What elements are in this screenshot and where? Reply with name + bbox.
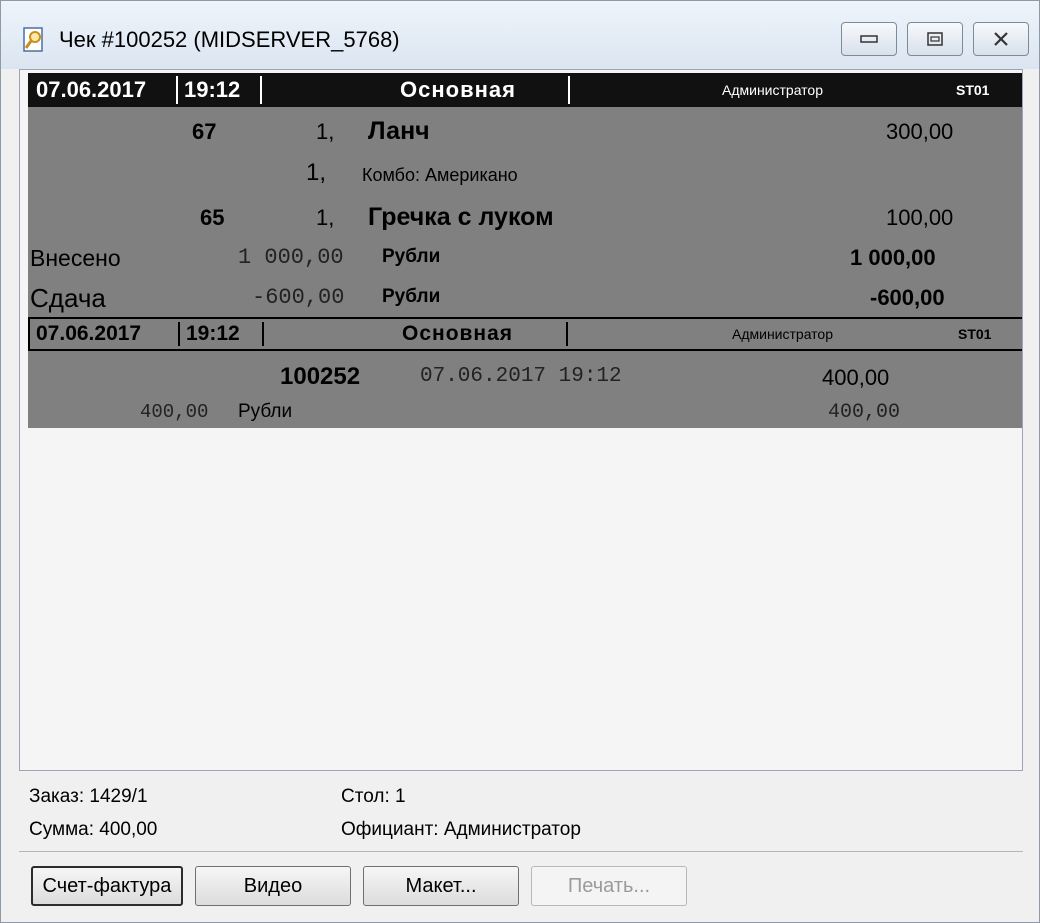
change-amount: -600,00 — [252, 285, 345, 310]
receipt-user: Администратор — [722, 82, 824, 98]
payment-total: 400,00 — [828, 401, 901, 424]
change-currency: Рубли — [382, 286, 441, 307]
item-code: 65 — [200, 205, 225, 230]
title-bar[interactable]: Чек #100252 (MIDSERVER_5768) — [1, 1, 1039, 69]
document-search-icon — [23, 27, 43, 52]
print-button[interactable]: Печать... — [531, 866, 687, 906]
order-number: Заказ: 1429/1 — [29, 786, 148, 807]
receipt-section: Основная — [402, 322, 514, 345]
check-sum: 400,00 — [822, 365, 890, 390]
minimize-icon — [860, 35, 878, 43]
modifier-qty: 1, — [306, 159, 327, 186]
item-name: Ланч — [368, 117, 430, 145]
window-title: Чек #100252 (MIDSERVER_5768) — [59, 27, 400, 52]
table-number: Стол: 1 — [341, 786, 406, 807]
receipt-user: Администратор — [732, 326, 834, 342]
receipt-view[interactable]: 07.06.2017 19:12 Основная Администратор … — [19, 69, 1023, 771]
maximize-button[interactable] — [907, 22, 963, 56]
waiter-name: Официант: Администратор — [341, 819, 581, 840]
receipt-body: 07.06.2017 19:12 Основная Администратор … — [28, 73, 1022, 428]
change-total: -600,00 — [870, 285, 945, 310]
paid-total: 1 000,00 — [850, 245, 936, 270]
item-code: 67 — [192, 119, 217, 144]
check-datetime: 07.06.2017 19:12 — [420, 365, 622, 388]
paid-amount: 1 000,00 — [238, 245, 344, 270]
receipt-window: Чек #100252 (MIDSERVER_5768) 07.06.2017 — [0, 0, 1040, 923]
close-button[interactable] — [973, 22, 1029, 56]
check-number: 100252 — [280, 363, 361, 390]
item-qty: 1, — [316, 119, 335, 144]
receipt-station: ST01 — [958, 326, 992, 342]
receipt-time: 19:12 — [186, 322, 240, 345]
close-icon — [994, 32, 1008, 46]
receipt-header: 07.06.2017 19:12 Основная Администратор … — [28, 73, 1022, 107]
maximize-icon — [927, 32, 943, 46]
payment-currency: Рубли — [238, 401, 293, 422]
item-qty: 1, — [316, 205, 335, 230]
receipt-date: 07.06.2017 — [36, 322, 142, 345]
change-label: Сдача — [30, 283, 106, 313]
receipt-date: 07.06.2017 — [36, 77, 147, 102]
receipt-section: Основная — [400, 77, 516, 102]
item-name: Гречка с луком — [368, 203, 554, 231]
modifier-name: Комбо: Американо — [362, 165, 518, 185]
minimize-button[interactable] — [841, 22, 897, 56]
paid-label: Внесено — [30, 245, 121, 271]
layout-button[interactable]: Макет... — [363, 866, 519, 906]
receipt-time: 19:12 — [184, 77, 241, 102]
invoice-button[interactable]: Счет-фактура — [31, 866, 183, 906]
divider — [19, 851, 1023, 852]
item-price: 300,00 — [886, 119, 954, 144]
video-button[interactable]: Видео — [195, 866, 351, 906]
payment-amount: 400,00 — [140, 401, 209, 423]
receipt-station: ST01 — [956, 82, 990, 98]
order-sum: Сумма: 400,00 — [29, 819, 158, 840]
item-price: 100,00 — [886, 205, 954, 230]
paid-currency: Рубли — [382, 246, 441, 267]
receipt-header: 07.06.2017 19:12 Основная Администратор … — [28, 317, 1022, 351]
